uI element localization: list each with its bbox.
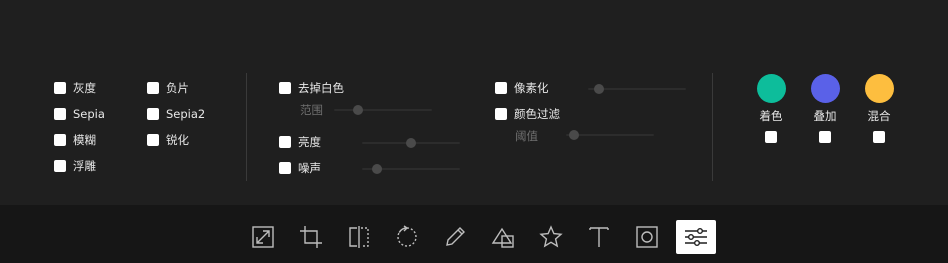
pixelate-slider[interactable] [588,84,686,94]
blend-label: 混合 [867,109,891,123]
color-tint[interactable]: 着色 [751,74,791,143]
checkbox-box[interactable] [147,134,159,146]
multiply-color-swatch[interactable] [810,74,840,103]
tint-checkbox[interactable] [765,131,777,143]
divider [246,73,247,181]
range-label: 范围 [300,103,323,117]
brightness-slider[interactable] [362,138,460,148]
shape-button[interactable] [483,220,523,254]
resize-icon [252,226,274,248]
rotate-button[interactable] [387,220,427,254]
checkbox-remove-white[interactable]: 去掉白色 [279,80,344,96]
checkbox-box[interactable] [279,136,291,148]
checkbox-label-grayscale: 灰度 [73,81,96,95]
checkbox-box[interactable] [279,82,291,94]
noise-slider[interactable] [362,164,460,174]
color-multiply[interactable]: 叠加 [805,74,845,143]
range-slider[interactable] [334,105,432,115]
text-icon [589,227,609,247]
checkbox-sharpen[interactable]: 锐化 [147,132,189,148]
slider-thumb[interactable] [371,164,382,174]
checkbox-color-filter[interactable]: 颜色过滤 [495,106,560,122]
checkbox-label-sepia: Sepia [73,107,105,121]
tint-color-swatch[interactable] [756,74,786,103]
tint-label: 着色 [759,109,783,123]
checkbox-box[interactable] [54,82,66,94]
checkbox-sepia[interactable]: Sepia [54,106,105,122]
checkbox-label-blur: 模糊 [73,133,96,147]
checkbox-noise[interactable]: 噪声 [279,160,321,176]
checkbox-label-pixelate: 像素化 [514,81,549,95]
text-button[interactable] [579,220,619,254]
checkbox-box[interactable] [147,82,159,94]
checkbox-box[interactable] [54,160,66,172]
threshold-label: 阈值 [515,129,538,143]
blend-checkbox[interactable] [873,131,885,143]
checkbox-sepia2[interactable]: Sepia2 [147,106,205,122]
checkbox-blur[interactable]: 模糊 [54,132,96,148]
checkbox-label-color-filter: 颜色过滤 [514,107,560,121]
slider-track [334,109,432,111]
slider-thumb[interactable] [593,84,604,94]
mask-button[interactable] [627,220,667,254]
slider-thumb[interactable] [568,130,579,140]
shape-icon [491,227,514,248]
draw-button[interactable] [435,220,475,254]
checkbox-label-sepia2: Sepia2 [166,107,206,121]
checkbox-label-invert: 负片 [166,81,189,95]
slider-thumb[interactable] [406,138,416,148]
blend-color-swatch[interactable] [864,74,894,103]
filter-panel: 灰度 Sepia 模糊 浮雕 负片 Sepia2 锐化 去掉白色 范围 亮度 噪… [0,0,948,205]
checkbox-invert[interactable]: 负片 [147,80,189,96]
checkbox-grayscale[interactable]: 灰度 [54,80,96,96]
checkbox-box[interactable] [495,108,507,120]
resize-button[interactable] [243,220,283,254]
checkbox-label-emboss: 浮雕 [73,159,96,173]
filter-icon [685,228,707,246]
checkbox-emboss[interactable]: 浮雕 [54,158,96,174]
mask-icon [636,226,658,248]
filter-button[interactable] [676,220,716,254]
checkbox-label-brightness: 亮度 [298,135,321,149]
flip-icon [349,226,369,248]
multiply-checkbox[interactable] [819,131,831,143]
star-button[interactable] [531,220,571,254]
crop-button[interactable] [291,220,331,254]
checkbox-label-noise: 噪声 [298,161,321,175]
flip-button[interactable] [339,220,379,254]
checkbox-box[interactable] [495,82,507,94]
rotate-icon [397,225,417,247]
color-blend[interactable]: 混合 [859,74,899,143]
draw-icon [446,227,465,246]
checkbox-box[interactable] [54,108,66,120]
star-icon [539,225,563,248]
slider-track [566,134,654,136]
slider-thumb[interactable] [352,105,363,115]
crop-icon [300,226,322,248]
checkbox-box[interactable] [54,134,66,146]
threshold-slider[interactable] [566,130,654,140]
checkbox-brightness[interactable]: 亮度 [279,134,321,150]
checkbox-box[interactable] [147,108,159,120]
checkbox-label-sharpen: 锐化 [166,133,189,147]
multiply-label: 叠加 [813,109,837,123]
checkbox-label-remove-white: 去掉白色 [298,81,344,95]
divider [712,73,713,181]
checkbox-box[interactable] [279,162,291,174]
checkbox-pixelate[interactable]: 像素化 [495,80,549,96]
